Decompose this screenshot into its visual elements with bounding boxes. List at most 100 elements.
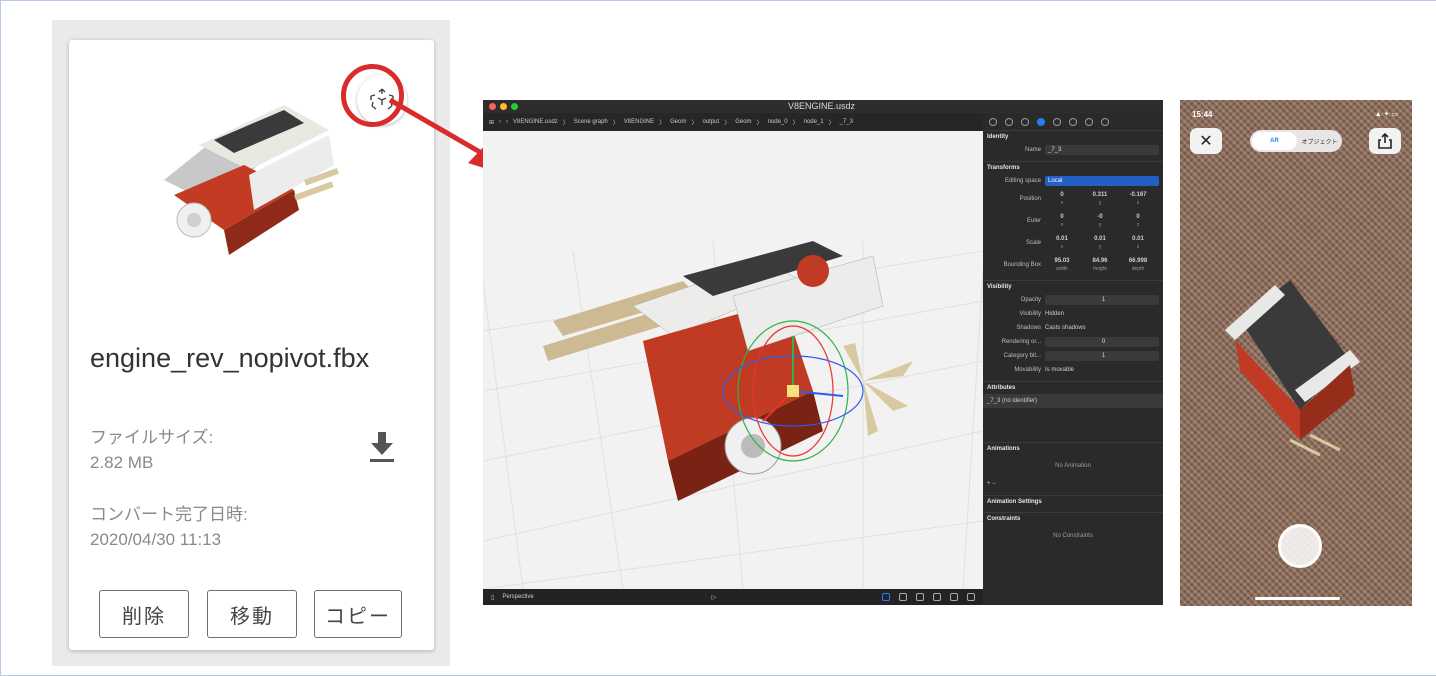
- engine-ar-model: [1225, 280, 1360, 457]
- opacity-label: Opacity: [1020, 297, 1041, 303]
- convert-date-value: 2020/04/30 11:13: [90, 530, 222, 549]
- euler-y[interactable]: -0 y: [1083, 213, 1117, 229]
- scene-settings-tab-icon[interactable]: [1101, 117, 1109, 126]
- share-button[interactable]: [1369, 128, 1401, 154]
- euler-z[interactable]: 0z: [1121, 213, 1155, 229]
- breadcrumb-item[interactable]: Geom: [735, 119, 751, 125]
- visibility-label: Visibility: [1019, 311, 1041, 317]
- forward-icon[interactable]: ›: [506, 119, 508, 125]
- breadcrumb-item[interactable]: V8ENGINE: [624, 119, 654, 125]
- no-constraints-text: No Constraints: [1053, 533, 1093, 539]
- back-icon[interactable]: ‹: [499, 119, 501, 125]
- share-icon: [1378, 133, 1392, 149]
- file-tab-icon[interactable]: [989, 117, 997, 126]
- file-card[interactable]: engine_rev_nopivot.fbx ファイルサイズ: 2.82 MB …: [69, 40, 434, 650]
- grid-icon[interactable]: ⊞: [489, 119, 494, 126]
- 3d-viewport[interactable]: [483, 131, 983, 589]
- rendering-order-stepper[interactable]: 0: [1045, 337, 1159, 347]
- breadcrumb-item[interactable]: node_1: [804, 119, 824, 125]
- scene-tab-icon[interactable]: [1005, 117, 1013, 126]
- animations-header: Animations: [987, 446, 1020, 452]
- movable-checkbox[interactable]: Is movable: [1045, 367, 1074, 373]
- download-icon[interactable]: [369, 430, 395, 464]
- home-indicator: [1255, 597, 1340, 600]
- breadcrumb-item[interactable]: Scene graph: [574, 119, 608, 125]
- bounding-box-label: Bounding Box: [1003, 262, 1041, 268]
- scale-z[interactable]: 0.01 z: [1121, 235, 1155, 251]
- breadcrumb-item[interactable]: _7_3: [840, 119, 853, 125]
- hidden-checkbox[interactable]: Hidden: [1045, 311, 1064, 317]
- status-time: 15:44: [1192, 110, 1213, 119]
- category-bit-stepper[interactable]: 1: [1045, 351, 1159, 361]
- play-icon[interactable]: ▷: [712, 594, 717, 601]
- engine-thumbnail[interactable]: [154, 85, 344, 260]
- rotate-tool-icon[interactable]: [899, 593, 907, 601]
- category-bit-label: Category bit...: [1003, 353, 1041, 359]
- node-tab-icon[interactable]: [1037, 117, 1045, 126]
- transforms-header: Transforms: [987, 165, 1020, 171]
- delete-button[interactable]: 削除: [99, 590, 189, 638]
- document-title: V8ENGINE.usdz: [788, 101, 856, 111]
- mode-segmented-control: AR オブジェクト: [1250, 130, 1342, 152]
- file-size-label: ファイルサイズ:: [90, 428, 214, 447]
- breadcrumb-item[interactable]: Geom: [670, 119, 686, 125]
- euler-x[interactable]: 0x: [1045, 213, 1079, 229]
- identity-header: Identity: [987, 134, 1009, 140]
- scale-x[interactable]: 0.01 x: [1045, 235, 1079, 251]
- no-animation-text: No Animation: [1055, 463, 1091, 469]
- rendering-order-label: Rendering or...: [1001, 339, 1041, 345]
- viewport-scene: [483, 240, 983, 589]
- reality-composer-window: V8ENGINE.usdz ⊞ ‹ › V8ENGINE.usdz 〉 Scene…: [483, 100, 1163, 605]
- frame-icon[interactable]: [933, 593, 941, 601]
- copy-button[interactable]: コピー: [314, 590, 402, 638]
- scale-y[interactable]: 0.01 y: [1083, 235, 1117, 251]
- name-field[interactable]: _7_3: [1045, 145, 1159, 155]
- close-window-button[interactable]: [489, 103, 496, 110]
- shutter-button[interactable]: [1278, 524, 1322, 568]
- status-icons: ▲ ✦ ▭: [1374, 111, 1398, 118]
- casts-shadows-checkbox[interactable]: Casts shadows: [1045, 325, 1086, 331]
- breadcrumb-item[interactable]: node_0: [768, 119, 788, 125]
- editing-space-label: Editing space: [1004, 178, 1041, 184]
- breadcrumb-item[interactable]: V8ENGINE.usdz: [513, 119, 558, 125]
- scale-label: Scale: [1025, 240, 1041, 246]
- opacity-stepper[interactable]: 1: [1045, 295, 1159, 305]
- position-y[interactable]: 0.311 y: [1083, 191, 1117, 207]
- euler-label: Euler: [1026, 218, 1041, 224]
- render-icon[interactable]: [967, 593, 975, 601]
- move-tool-icon[interactable]: [882, 593, 890, 601]
- bbox-width: 95.03 width: [1054, 258, 1070, 272]
- title-bar: V8ENGINE.usdz: [483, 100, 1163, 113]
- visibility-icon[interactable]: [950, 593, 958, 601]
- camera-tab-icon[interactable]: [1021, 117, 1029, 126]
- material-tab-icon[interactable]: [1069, 117, 1077, 126]
- movability-label: Movability: [1014, 367, 1041, 373]
- close-button[interactable]: ✕: [1190, 128, 1222, 154]
- attributes-header: Attributes: [987, 385, 1016, 391]
- sidebar-toggle-icon[interactable]: ▯: [491, 594, 494, 601]
- inspector-tabs: [983, 113, 1163, 131]
- attributes-tab-icon[interactable]: [1085, 117, 1093, 126]
- name-label: Name: [1024, 147, 1041, 153]
- move-button[interactable]: 移動: [207, 590, 297, 638]
- position-label: Position: [1019, 196, 1041, 202]
- scale-tool-icon[interactable]: [916, 593, 924, 601]
- ar-quicklook-screen: 15:44 ▲ ✦ ▭ ✕ AR オブジェクト: [1180, 100, 1412, 606]
- minimize-window-button[interactable]: [500, 103, 507, 110]
- attribute-item[interactable]: _7_3 (no identifier): [987, 398, 1037, 404]
- constraints-header: Constraints: [987, 516, 1021, 522]
- camera-mode[interactable]: Perspective: [502, 594, 533, 600]
- editing-space-select[interactable]: Local: [1045, 176, 1159, 186]
- breadcrumb-item[interactable]: output: [703, 119, 720, 125]
- zoom-window-button[interactable]: [511, 103, 518, 110]
- position-z[interactable]: -0.167 z: [1121, 191, 1155, 207]
- object-mode-tab[interactable]: オブジェクト: [1297, 137, 1342, 146]
- file-size-value: 2.82 MB: [90, 453, 154, 472]
- add-icon[interactable]: + −: [987, 481, 996, 487]
- shadows-label: Shadows: [1016, 325, 1041, 331]
- animation-settings-header: Animation Settings: [987, 499, 1042, 505]
- file-name: engine_rev_nopivot.fbx: [90, 343, 370, 373]
- ar-mode-tab[interactable]: AR: [1252, 132, 1297, 150]
- physics-tab-icon[interactable]: [1053, 117, 1061, 126]
- position-x[interactable]: 0x: [1045, 191, 1079, 207]
